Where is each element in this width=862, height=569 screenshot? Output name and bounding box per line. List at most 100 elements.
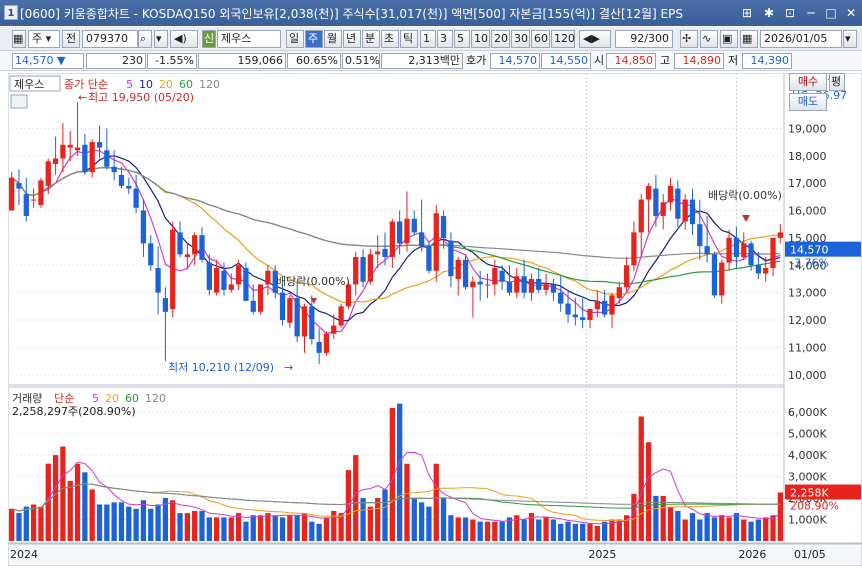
date-dropdown-icon[interactable]: ▾ [843, 30, 857, 48]
candle-body [470, 281, 476, 288]
interval-button-1[interactable]: 1 [420, 30, 436, 48]
ask-label: 호가 [466, 54, 487, 67]
x-label-date: 01/05 [794, 548, 826, 561]
volume-bar [411, 498, 417, 541]
volume-ma-title: 단순 [54, 392, 74, 405]
menu-icon[interactable]: ⊞ [738, 4, 756, 22]
period-button-4[interactable]: 분 [362, 30, 380, 48]
interval-button-30[interactable]: 30 [511, 30, 530, 48]
candle-body [550, 284, 557, 293]
candle-body [243, 268, 249, 301]
interval-button-120[interactable]: 120 [551, 30, 575, 48]
close-icon[interactable]: ✕ [842, 4, 860, 22]
period-button-1[interactable]: 주 [305, 30, 323, 48]
volume-title: 거래량 [12, 392, 42, 405]
price-tick-label: 16,000 [788, 205, 827, 218]
open-label: 시 [594, 54, 605, 67]
interval-button-5[interactable]: 5 [454, 30, 470, 48]
grid-icon[interactable]: ▦ [12, 30, 26, 48]
period-button-0[interactable]: 일 [286, 30, 304, 48]
volume-bar [418, 502, 425, 541]
volume-bar [580, 523, 586, 541]
price-tick-label: 13,000 [788, 287, 827, 300]
volume-bar [440, 498, 447, 541]
volume-bar [23, 506, 29, 541]
calendar-icon[interactable]: ▦ [740, 30, 758, 48]
volume-bar [199, 510, 205, 541]
candle-body [221, 270, 227, 290]
volume-bar [67, 480, 73, 541]
volume-bar [638, 416, 644, 541]
prev-button[interactable]: 전 [62, 30, 80, 48]
volume-bar [689, 513, 696, 541]
sell-button[interactable]: 매도 [789, 93, 827, 111]
candle-body [331, 325, 337, 334]
candle-body [111, 166, 117, 173]
volume-bar [235, 513, 242, 541]
dividend-annotation-2: 배당락(0.00%) [708, 189, 782, 202]
eval-button[interactable]: 평 [829, 73, 845, 91]
candle-body [726, 237, 732, 263]
price-tick-label: 17,000 [788, 177, 827, 190]
maximize-icon[interactable]: □ [822, 4, 840, 22]
period-button-5[interactable]: 초 [381, 30, 399, 48]
volume-bar [558, 523, 564, 541]
crosshair-icon[interactable]: ✢ [680, 30, 698, 48]
candle-body [623, 265, 630, 288]
search-icon[interactable]: ⌕ [138, 30, 152, 48]
volume-bar [52, 455, 59, 541]
quote-bar: 14,570 ▼ 230 -1.55% 159,066 60.65% 0.51%… [0, 51, 862, 71]
volume-ma-period-20: 20 [105, 392, 119, 405]
buy-button[interactable]: 매수 [789, 73, 827, 91]
link-icon[interactable]: ⊡ [781, 4, 799, 22]
candle-body [9, 177, 15, 211]
count-value: 92 [630, 32, 645, 45]
period-button-6[interactable]: 틱 [400, 30, 418, 48]
speaker-icon[interactable]: ◀) [170, 30, 198, 48]
candle-body [653, 188, 659, 216]
volume-bar [448, 515, 454, 541]
candle-body [704, 246, 710, 255]
interval-button-20[interactable]: 20 [491, 30, 510, 48]
candle-body [118, 174, 125, 186]
open-price: 14,850 [606, 53, 656, 69]
volume-tick-label: 4,000K [788, 449, 827, 462]
chart-area[interactable]: 10,000 11,000 12,000 13,000 14,000 15,000 16,0… [7, 72, 862, 567]
candle-body [418, 232, 425, 247]
volume-bar [704, 513, 710, 541]
interval-button-60[interactable]: 60 [531, 30, 550, 48]
dividend-annotation-1: 배당락(0.00%) [276, 275, 350, 288]
ma-period-10: 10 [139, 78, 153, 91]
volume-bar [397, 403, 403, 541]
pin-icon[interactable]: ✱ [760, 4, 778, 22]
code-input[interactable]: 079370 [82, 30, 138, 48]
stock-name-field[interactable]: 제우스 [217, 30, 281, 48]
nav-arrows[interactable]: ◀▶ [579, 30, 611, 48]
trend-icon[interactable]: ∿ [700, 30, 718, 48]
volume-bar [82, 472, 88, 541]
volume-bar [492, 521, 498, 541]
volume-ma-period-60: 60 [125, 392, 139, 405]
period-select[interactable]: 주 ▾ [28, 30, 60, 48]
candle-body [667, 185, 674, 203]
candle-body [148, 243, 154, 266]
volume-bar [748, 521, 754, 541]
ma-period-120: 120 [199, 78, 220, 91]
date-input[interactable]: 2026/01/05 [760, 30, 842, 48]
price-tick-label: 19,000 [788, 122, 827, 135]
low-label: 저 [728, 54, 739, 67]
candle-body [45, 161, 51, 186]
period-button-2[interactable]: 월 [324, 30, 342, 48]
candle-body [572, 314, 578, 318]
interval-button-3[interactable]: 3 [437, 30, 453, 48]
minimize-icon[interactable]: ─ [802, 4, 820, 22]
volume-bar [594, 525, 600, 541]
count-field[interactable]: 92/300 [615, 30, 673, 48]
period-button-3[interactable]: 년 [343, 30, 361, 48]
volume-bar [375, 498, 381, 541]
chevron-down-icon[interactable]: ▾ [154, 30, 168, 48]
candle-body [675, 188, 681, 219]
save-icon[interactable]: ▣ [720, 30, 738, 48]
chart-svg[interactable]: 10,00011,00012,00013,00014,00015,00016,0… [7, 72, 862, 567]
interval-button-10[interactable]: 10 [471, 30, 490, 48]
